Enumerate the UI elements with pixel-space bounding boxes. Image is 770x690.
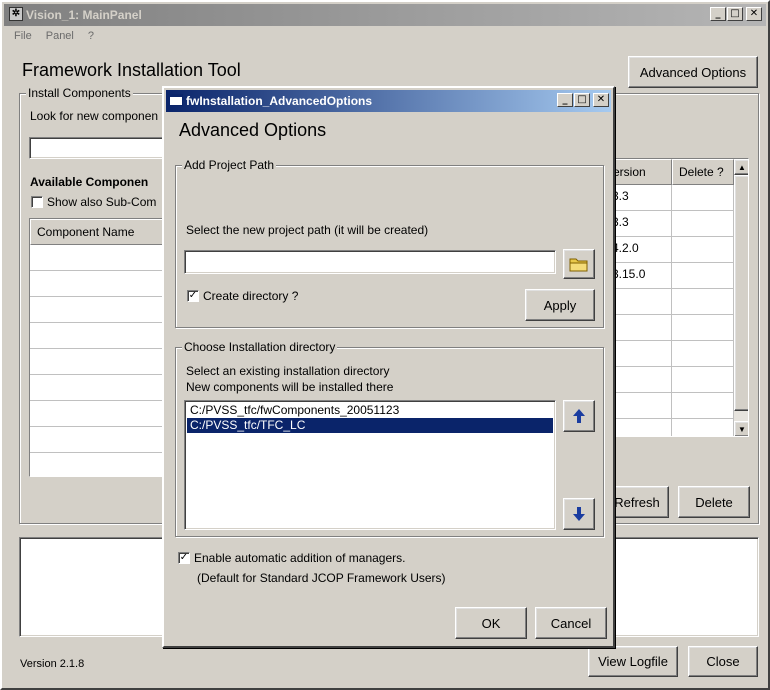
available-components-table[interactable]: Component Name [29, 218, 169, 477]
list-item[interactable]: C:/PVSS_tfc/fwComponents_20051123 [187, 403, 553, 418]
app-icon: ✲ [9, 7, 23, 21]
page-title: Framework Installation Tool [22, 60, 241, 80]
delete-cell[interactable] [672, 289, 734, 315]
list-item-selected[interactable]: C:/PVSS_tfc/TFC_LC [187, 418, 553, 433]
version-header[interactable]: ersion [606, 159, 672, 185]
install-components-label: Install Components [26, 86, 133, 100]
table-row[interactable] [30, 297, 168, 323]
table-row[interactable] [30, 427, 168, 453]
arrow-down-icon [573, 507, 585, 521]
scroll-up-icon[interactable]: ▲ [734, 159, 748, 175]
maximize-button[interactable]: □ [727, 7, 743, 21]
dialog-maximize-button[interactable]: □ [574, 93, 590, 107]
delete-cell[interactable] [672, 367, 734, 393]
delete-button[interactable]: Delete [678, 486, 750, 518]
main-window-title: Vision_1: MainPanel [26, 8, 142, 22]
advanced-options-button[interactable]: Advanced Options [628, 56, 758, 88]
dialog-minimize-button[interactable]: _ [557, 93, 573, 107]
folder-icon [569, 258, 588, 272]
minimize-button[interactable]: _ [710, 7, 726, 21]
version-cell[interactable] [606, 419, 672, 436]
choose-dir-line1: Select an existing installation director… [186, 364, 390, 378]
move-up-button[interactable] [563, 400, 595, 432]
available-components-label: Available Componen [30, 175, 149, 189]
choose-installation-directory-label: Choose Installation directory [182, 340, 338, 354]
select-path-label: Select the new project path (it will be … [186, 223, 429, 237]
enable-managers-label: Enable automatic addition of managers. [194, 551, 406, 565]
delete-cell[interactable] [672, 315, 734, 341]
close-window-button[interactable]: ✕ [746, 7, 762, 21]
apply-button[interactable]: Apply [525, 289, 595, 321]
scroll-thumb[interactable] [734, 175, 748, 411]
delete-header[interactable]: Delete ? [672, 159, 734, 185]
main-titlebar[interactable]: ✲ Vision_1: MainPanel _ □ ✕ [4, 4, 766, 26]
delete-cell[interactable] [672, 185, 734, 211]
dialog-heading: Advanced Options [179, 120, 327, 140]
choose-dir-line2: New components will be installed there [186, 380, 394, 394]
look-for-label: Look for new componen [30, 109, 159, 123]
dialog-close-button[interactable]: ✕ [593, 93, 609, 107]
table-scrollbar[interactable]: ▲ ▼ [734, 159, 748, 436]
version-cell[interactable] [606, 289, 672, 315]
scroll-down-icon[interactable]: ▼ [734, 421, 748, 436]
add-project-path-label: Add Project Path [182, 158, 277, 172]
delete-cell[interactable] [672, 393, 734, 419]
create-directory-checkbox[interactable]: ✓ [187, 290, 199, 302]
menu-file[interactable]: File [14, 30, 32, 42]
close-button[interactable]: Close [688, 646, 758, 677]
default-note: (Default for Standard JCOP Framework Use… [197, 571, 446, 585]
version-cell[interactable] [606, 341, 672, 367]
version-cell[interactable] [606, 367, 672, 393]
browse-folder-button[interactable] [563, 249, 595, 279]
table-row[interactable] [30, 453, 168, 476]
table-row[interactable] [30, 323, 168, 349]
project-path-input[interactable] [184, 250, 556, 274]
look-for-input[interactable] [29, 137, 169, 159]
version-cell[interactable]: 3.3 [606, 185, 672, 211]
table-row[interactable] [30, 271, 168, 297]
enable-managers-checkbox[interactable]: ✓ [178, 552, 190, 564]
create-directory-label: Create directory ? [203, 289, 299, 303]
version-cell[interactable]: 4.2.0 [606, 237, 672, 263]
table-row[interactable] [30, 401, 168, 427]
installation-directory-list[interactable]: C:/PVSS_tfc/fwComponents_20051123 C:/PVS… [184, 400, 556, 530]
component-name-header[interactable]: Component Name [30, 219, 168, 245]
table-row[interactable] [30, 349, 168, 375]
show-sub-components-checkbox[interactable] [31, 196, 43, 208]
delete-cell[interactable] [672, 263, 734, 289]
advanced-options-dialog: fwInstallation_AdvancedOptions _ □ ✕ Adv… [162, 86, 615, 648]
delete-cell[interactable] [672, 341, 734, 367]
version-cell[interactable] [606, 315, 672, 341]
show-sub-components-label: Show also Sub-Com [47, 195, 157, 209]
version-cell[interactable] [606, 393, 672, 419]
arrow-up-icon [573, 409, 585, 423]
installed-components-table[interactable]: ersion Delete ? 3.3 3.3 4.2.0 3.15.0 ▲ ▼ [605, 158, 749, 437]
menu-help[interactable]: ? [88, 30, 94, 42]
dialog-titlebar[interactable]: fwInstallation_AdvancedOptions _ □ ✕ [166, 90, 611, 112]
window-icon [169, 94, 183, 106]
version-cell[interactable]: 3.3 [606, 211, 672, 237]
version-text: Version 2.1.8 [20, 658, 85, 670]
version-cell[interactable]: 3.15.0 [606, 263, 672, 289]
dialog-title: fwInstallation_AdvancedOptions [186, 94, 373, 108]
menu-panel[interactable]: Panel [46, 30, 74, 42]
delete-cell[interactable] [672, 237, 734, 263]
move-down-button[interactable] [563, 498, 595, 530]
table-row[interactable] [30, 245, 168, 271]
delete-cell[interactable] [672, 419, 734, 436]
menu-bar: File Panel ? [14, 30, 94, 42]
cancel-button[interactable]: Cancel [535, 607, 607, 639]
delete-cell[interactable] [672, 211, 734, 237]
ok-button[interactable]: OK [455, 607, 527, 639]
table-row[interactable] [30, 375, 168, 401]
view-logfile-button[interactable]: View Logfile [588, 646, 678, 677]
